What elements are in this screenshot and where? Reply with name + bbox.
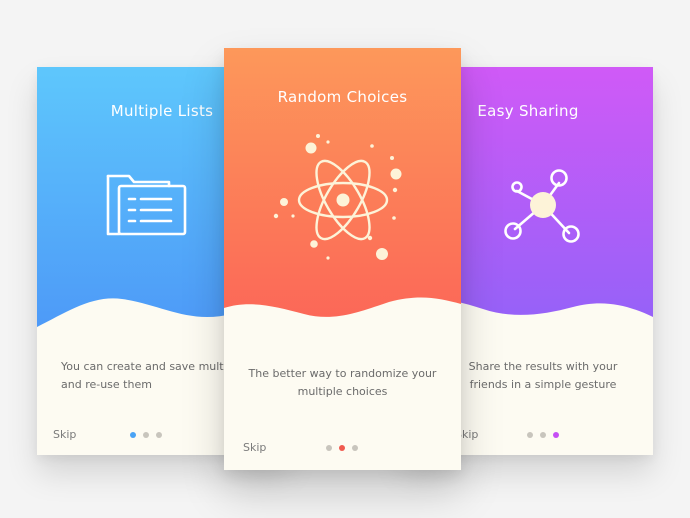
- share-network-icon: [504, 169, 580, 243]
- page-dot-1-active[interactable]: [130, 432, 136, 438]
- page-dot-2[interactable]: [143, 432, 149, 438]
- skip-button[interactable]: Skip: [53, 428, 76, 441]
- page-dot-3-active[interactable]: [553, 432, 559, 438]
- page-dot-1[interactable]: [527, 432, 533, 438]
- page-dot-2-active[interactable]: [339, 445, 345, 451]
- page-dot-2[interactable]: [540, 432, 546, 438]
- card-title: Random Choices: [277, 88, 408, 106]
- page-dot-1[interactable]: [326, 445, 332, 451]
- page-dot-3[interactable]: [352, 445, 358, 451]
- folder-list-icon: [106, 174, 187, 236]
- card-description: Share the results with your friends in a…: [468, 360, 618, 391]
- skip-button[interactable]: Skip: [243, 441, 266, 454]
- card-description: The better way to randomize your multipl…: [248, 367, 437, 398]
- page-indicator: [130, 432, 162, 438]
- onboarding-card-random-choices: Random Choices The better way to randomi…: [224, 48, 461, 470]
- page-dot-3[interactable]: [156, 432, 162, 438]
- page-indicator: [326, 445, 358, 451]
- page-indicator: [527, 432, 559, 438]
- atom-icon: [273, 134, 402, 260]
